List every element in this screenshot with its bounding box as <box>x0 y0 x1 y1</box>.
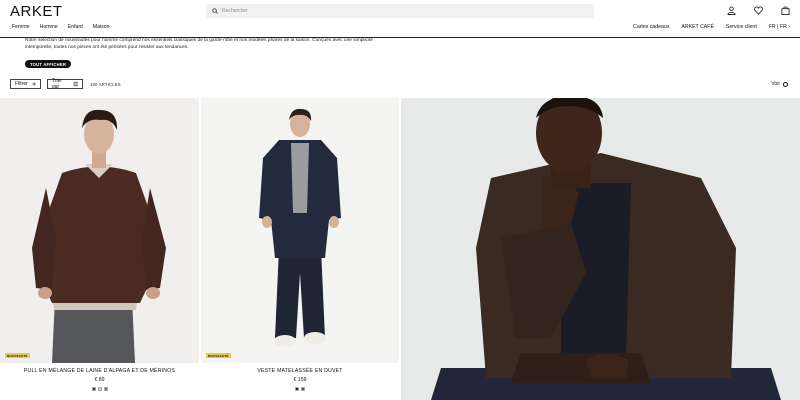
menu-lines-icon <box>73 81 78 87</box>
product-image[interactable]: NOUVEAUTÉ <box>201 98 399 363</box>
nav-maison[interactable]: Maison <box>93 24 110 30</box>
heart-icon[interactable] <box>754 6 763 15</box>
new-badge: NOUVEAUTÉ <box>5 353 30 358</box>
product-image[interactable]: NOUVEAUTÉ <box>0 98 199 363</box>
locale-selector[interactable]: FR | FR › <box>769 24 790 30</box>
product-name[interactable]: PULL EN MÉLANGE DE LAINE D'ALPAGA ET DE … <box>0 368 199 374</box>
product-price: € 159 <box>293 377 307 383</box>
logo[interactable]: ARKET <box>10 3 63 20</box>
view-label: Voir <box>771 81 780 87</box>
article-count: 150 ARTICLES <box>90 82 121 87</box>
color-swatch[interactable] <box>91 387 96 391</box>
header-icons <box>727 6 790 15</box>
view-toggle-icon <box>783 81 788 87</box>
product-name[interactable]: VESTE MATELASSÉE EN DUVET <box>201 368 399 374</box>
arket-cafe-link[interactable]: ARKET CAFÉ <box>681 24 713 30</box>
main-nav: Femme Homme Enfant Maison <box>12 24 110 30</box>
product-card[interactable]: NOUVEAUTÉ VESTE MATELASSÉE EN DUVET € 15… <box>201 98 399 391</box>
category-intro: Notre sélection de nouveautés pour homme… <box>25 38 373 50</box>
customer-service-link[interactable]: Service client <box>726 24 757 30</box>
filter-button[interactable]: Filtrer <box>10 79 41 89</box>
color-swatch[interactable] <box>103 387 108 391</box>
jacket-model-image <box>201 98 399 363</box>
plus-icon <box>32 82 36 86</box>
product-card[interactable]: NOUVEAUTÉ PULL EN MÉLANGE DE LAINE D'ALP… <box>0 98 199 391</box>
nav-enfant[interactable]: Enfant <box>68 24 83 30</box>
color-swatch[interactable] <box>301 387 305 391</box>
color-swatch[interactable] <box>97 387 102 391</box>
search-input[interactable] <box>222 8 582 14</box>
sort-label: Trier par <box>52 78 63 90</box>
editorial-image[interactable] <box>401 98 800 400</box>
gift-cards-link[interactable]: Cartes cadeaux <box>633 24 669 30</box>
editorial-model-image <box>401 98 800 400</box>
color-swatch[interactable] <box>295 387 299 391</box>
product-price: € 89 <box>94 377 105 383</box>
sort-button[interactable]: Trier par <box>47 78 83 90</box>
show-all-button[interactable]: TOUT AFFICHER <box>25 60 72 68</box>
new-badge: NOUVEAUTÉ <box>206 353 231 358</box>
sweater-model-image <box>0 98 199 363</box>
color-swatches <box>0 387 199 391</box>
view-toggle[interactable]: Voir <box>771 81 788 87</box>
search-icon <box>212 8 218 14</box>
utility-links: Cartes cadeaux ARKET CAFÉ Service client… <box>633 24 790 30</box>
color-swatches <box>201 387 399 391</box>
nav-femme[interactable]: Femme <box>12 24 30 30</box>
account-icon[interactable] <box>727 6 736 15</box>
site-header: ARKET Femme Homme Enfant Maison Cartes c… <box>0 0 800 38</box>
nav-homme[interactable]: Homme <box>40 24 58 30</box>
filter-label: Filtrer <box>15 81 28 87</box>
search-bar[interactable] <box>206 4 594 18</box>
bag-icon[interactable] <box>781 6 790 15</box>
